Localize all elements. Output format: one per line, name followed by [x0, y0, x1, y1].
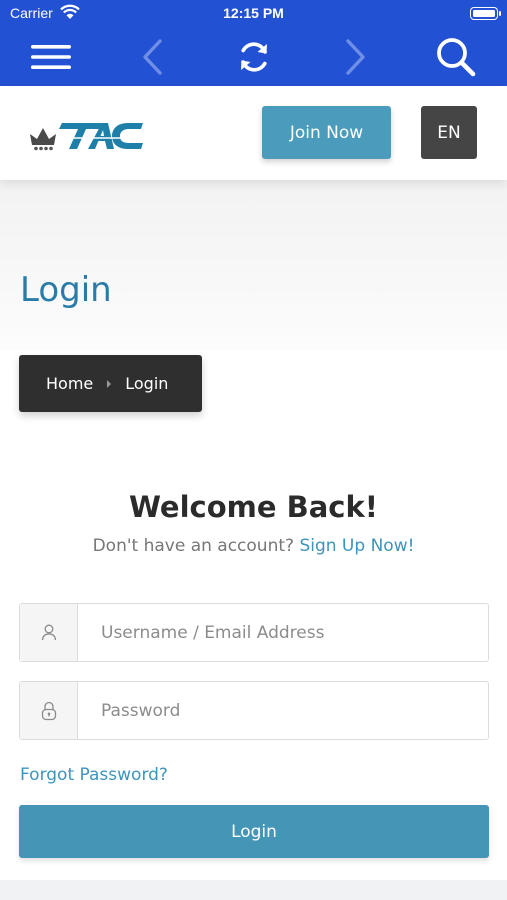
password-addon	[20, 682, 78, 739]
password-input[interactable]	[79, 682, 487, 739]
forward-button[interactable]	[325, 28, 385, 86]
join-now-button[interactable]: Join Now	[262, 106, 391, 159]
login-submit-button[interactable]: Login	[19, 805, 489, 858]
welcome-heading: Welcome Back!	[128, 490, 379, 524]
battery-icon	[470, 7, 501, 20]
user-icon	[41, 624, 56, 641]
search-icon	[437, 38, 476, 77]
page-title: Login	[20, 270, 112, 310]
username-field	[19, 603, 489, 662]
menu-icon	[31, 45, 71, 69]
signup-link[interactable]: Sign Up Now!	[299, 536, 414, 556]
signup-prompt-text: Don't have an account?	[92, 536, 295, 556]
page-banner	[0, 180, 507, 350]
forgot-password-link[interactable]: Forgot Password?	[20, 765, 168, 785]
forward-icon	[346, 39, 365, 75]
clock: 12:15 PM	[223, 5, 284, 21]
language-selector[interactable]: EN	[421, 106, 477, 159]
breadcrumb-separator-icon	[107, 379, 112, 388]
breadcrumb: Home Login	[19, 355, 202, 412]
menu-button[interactable]	[21, 28, 81, 86]
browser-toolbar	[0, 28, 507, 86]
back-icon	[143, 39, 162, 75]
back-button[interactable]	[123, 28, 183, 86]
breadcrumb-current: Login	[125, 374, 169, 393]
search-button[interactable]	[426, 28, 486, 86]
username-addon	[20, 604, 78, 661]
footer-strip	[0, 880, 507, 900]
signup-prompt: Don't have an account? Sign Up Now!	[0, 536, 507, 556]
password-field	[19, 681, 489, 740]
breadcrumb-home-link[interactable]: Home	[46, 374, 93, 393]
browser-top-bar: Carrier 12:15 PM	[0, 0, 507, 86]
status-bar: Carrier 12:15 PM	[0, 0, 507, 28]
refresh-icon	[241, 42, 267, 72]
lock-icon	[41, 701, 56, 720]
username-input[interactable]	[79, 604, 487, 661]
tac-logo[interactable]	[28, 120, 146, 152]
refresh-button[interactable]	[224, 28, 284, 86]
